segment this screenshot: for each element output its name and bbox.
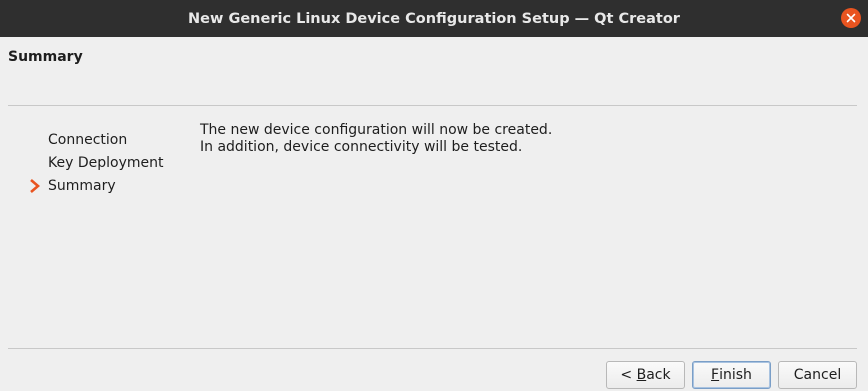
back-button[interactable]: < Back bbox=[606, 361, 685, 389]
wizard-window: Summary Connection Key Deployment Summar… bbox=[0, 37, 868, 391]
step-summary: Summary bbox=[28, 176, 163, 199]
step-label: Connection bbox=[48, 132, 128, 148]
back-label-prefix: < bbox=[620, 367, 637, 383]
title-bar: New Generic Linux Device Configuration S… bbox=[0, 0, 868, 37]
finish-button[interactable]: Finish bbox=[692, 361, 771, 389]
page-title: Summary bbox=[8, 49, 83, 65]
wizard-steps: Connection Key Deployment Summary bbox=[28, 130, 163, 199]
back-mnemonic: B bbox=[636, 367, 647, 383]
chevron-right-icon bbox=[30, 179, 40, 193]
summary-text: The new device configuration will now be… bbox=[200, 122, 552, 156]
summary-line-1: The new device configuration will now be… bbox=[200, 122, 553, 138]
cancel-button[interactable]: Cancel bbox=[778, 361, 857, 389]
finish-label-rest: inish bbox=[719, 367, 752, 383]
footer-divider bbox=[8, 348, 857, 349]
step-label: Key Deployment bbox=[48, 155, 164, 171]
step-connection: Connection bbox=[28, 130, 163, 153]
back-label-rest: ack bbox=[646, 367, 671, 383]
header-divider bbox=[8, 105, 857, 106]
summary-line-2: In addition, device connectivity will be… bbox=[200, 139, 523, 155]
finish-mnemonic: F bbox=[711, 367, 720, 383]
step-key-deployment: Key Deployment bbox=[28, 153, 163, 176]
window-title: New Generic Linux Device Configuration S… bbox=[188, 10, 680, 27]
close-icon bbox=[846, 13, 856, 23]
cancel-label: Cancel bbox=[793, 367, 842, 383]
close-button[interactable] bbox=[841, 8, 861, 28]
step-label: Summary bbox=[48, 178, 116, 194]
